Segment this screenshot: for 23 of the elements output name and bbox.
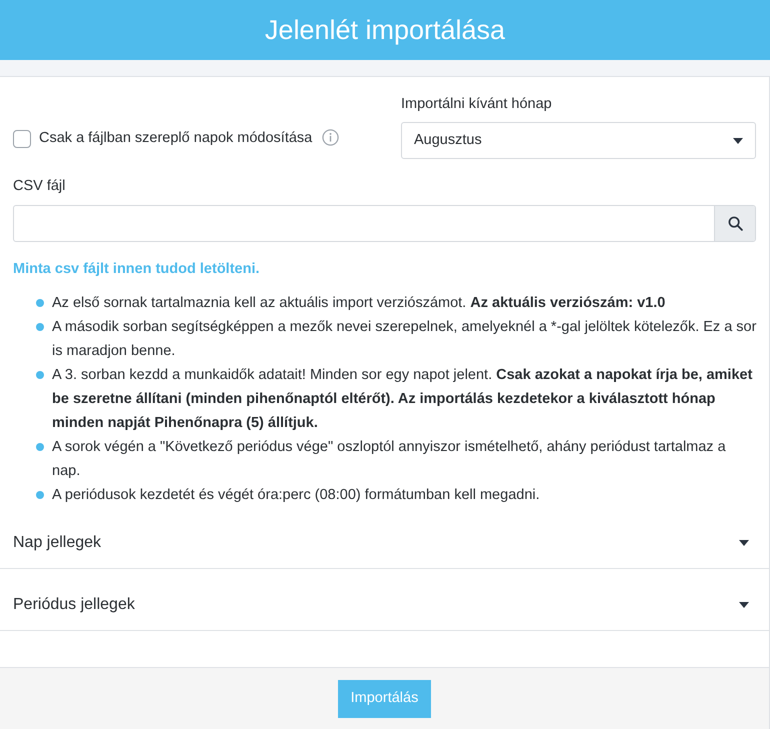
accordion-header[interactable]: Nap jellegek: [0, 507, 769, 569]
instruction-text: A periódusok kezdetét és végét óra:perc (08:00) formátumban kell megadni.: [52, 486, 540, 505]
bullet-icon: [36, 443, 44, 451]
info-icon[interactable]: [322, 129, 340, 146]
dropdown-caret-icon: [733, 138, 743, 144]
month-select[interactable]: Augusztus: [401, 122, 756, 159]
bullet-icon: [36, 323, 44, 331]
search-icon: [728, 216, 742, 231]
month-label: Importálni kívánt hónap: [401, 95, 553, 114]
bullet-icon: [36, 491, 44, 499]
instruction-text: A második sorban segítségképpen a mezők nevei szerepelnek, amelyeknél a *-gal jelöltek kötelezők. Ez a sor is maradjon benne.: [52, 318, 757, 361]
instruction-text: A 3. sorban kezdd a munkaidők adatait! Minden sor egy napot jelent. Csak azokat a napokat írja be, amiket be szeretne állítani (minden pihenőnaptól eltérőt). Az importálás kezdetekor a kiválasztott hónap minden napját Pihenőnapra (5) állítjuk.: [52, 366, 754, 433]
instruction-text: A sorok végén a "Következő periódus vége" oszloptól annyiszor ismételhető, ahány periódust tartalmaz a nap.: [52, 438, 727, 481]
checkbox-label[interactable]: Csak a fájlban szereplő napok módosítása: [39, 128, 312, 150]
accordion-header[interactable]: Periódus jellegek: [0, 569, 769, 631]
checkbox[interactable]: [13, 130, 31, 148]
instruction-text: Az első sornak tartalmaznia kell az aktuális import verziószámot. Az aktuális verziószám: v1.0: [52, 294, 666, 313]
bullet-icon: [36, 299, 44, 307]
dialog-title: Jelenlét importálása: [264, 16, 506, 44]
csv-file-label: CSV fájl: [13, 177, 66, 196]
browse-file-button[interactable]: [714, 206, 755, 241]
csv-file-field[interactable]: [13, 205, 756, 242]
bullet-icon: [36, 371, 44, 379]
